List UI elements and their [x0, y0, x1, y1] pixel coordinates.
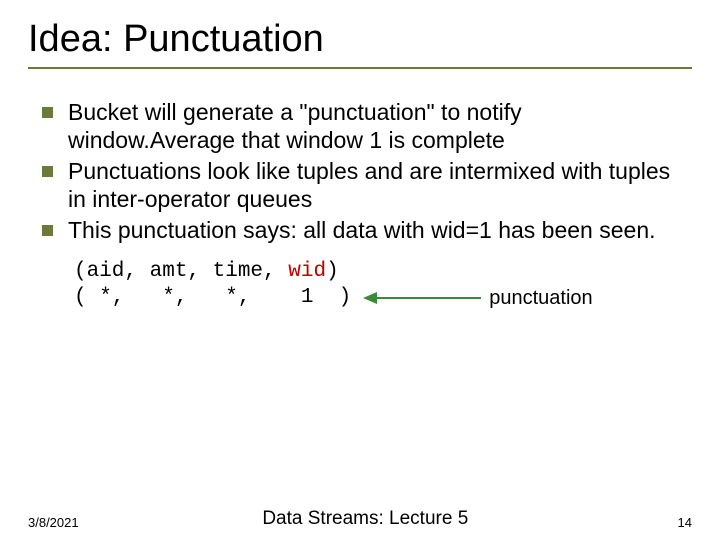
footer-date: 3/8/2021: [28, 515, 79, 530]
bullet-text: Bucket will generate a "punctuation" to …: [68, 99, 522, 153]
code-value-row: ( *, *, *, 1 ) punctuation: [74, 285, 692, 311]
bullet-icon: [42, 107, 53, 118]
slide-content: Bucket will generate a "punctuation" to …: [28, 99, 692, 311]
bullet-item: Punctuations look like tuples and are in…: [38, 158, 692, 213]
code-row-text: ( *, *, *, 1 ): [74, 285, 351, 311]
annotation-wrap: punctuation: [363, 286, 592, 311]
code-header-part: (aid, amt, time,: [74, 259, 288, 285]
slide-footer: 3/8/2021 Data Streams: Lecture 5 14: [0, 508, 720, 530]
arrow-icon: [363, 289, 483, 307]
bullet-icon: [42, 166, 53, 177]
slide-title: Idea: Punctuation: [28, 18, 692, 69]
bullet-item: Bucket will generate a "punctuation" to …: [38, 99, 692, 154]
bullet-item: This punctuation says: all data with wid…: [38, 217, 692, 245]
slide: Idea: Punctuation Bucket will generate a…: [0, 0, 720, 540]
footer-page-number: 14: [652, 515, 692, 530]
code-header-row: (aid, amt, time, wid): [74, 259, 692, 285]
bullet-text: Punctuations look like tuples and are in…: [68, 158, 670, 212]
code-header-wid: wid: [288, 259, 326, 285]
footer-title: Data Streams: Lecture 5: [79, 508, 652, 530]
code-header-close: ): [326, 259, 339, 285]
code-block: (aid, amt, time, wid) ( *, *, *, 1 ) pun…: [74, 259, 692, 312]
bullet-list: Bucket will generate a "punctuation" to …: [38, 99, 692, 245]
bullet-text: This punctuation says: all data with wid…: [68, 217, 656, 243]
annotation-label: punctuation: [489, 286, 592, 311]
bullet-icon: [42, 225, 53, 236]
